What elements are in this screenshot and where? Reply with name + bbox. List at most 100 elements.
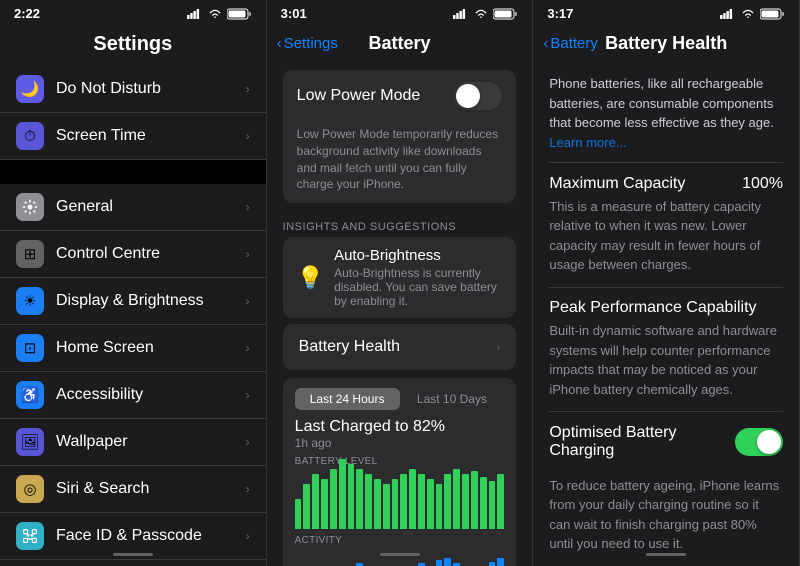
battery-title: Battery: [368, 33, 430, 54]
battery-status-icon-2: [493, 8, 518, 20]
charge-time: 1h ago: [295, 436, 505, 450]
battery-bar: [339, 459, 346, 529]
battery-bar: [409, 469, 416, 529]
max-capacity-title: Maximum Capacity: [549, 175, 685, 193]
back-label-3: Battery: [550, 35, 598, 52]
insight-row: 💡 Auto-Brightness Auto-Brightness is cur…: [283, 237, 517, 318]
peak-performance-title: Peak Performance Capability: [549, 299, 756, 317]
face-id-icon: [16, 522, 44, 550]
signal-icon: [187, 9, 203, 19]
activity-bar: [436, 560, 443, 566]
battery-bar: [427, 479, 434, 529]
peak-performance-header: Peak Performance Capability: [549, 299, 783, 317]
insight-title: Auto-Brightness: [334, 247, 502, 264]
display-icon: ☀: [16, 287, 44, 315]
wifi-icon: [207, 8, 223, 20]
battery-bar: [462, 474, 469, 529]
battery-bar: [303, 484, 310, 529]
settings-item-emergency[interactable]: SOS Emergency SOS ›: [0, 560, 266, 566]
screen-time-label: Screen Time: [56, 127, 246, 145]
settings-item-do-not-disturb[interactable]: 🌙 Do Not Disturb ›: [0, 66, 266, 113]
settings-item-accessibility[interactable]: ♿ Accessibility ›: [0, 372, 266, 419]
auto-brightness-icon: 💡: [297, 265, 324, 291]
chevron-icon: ›: [246, 482, 250, 496]
status-bar-3: 3:17: [533, 0, 799, 25]
screen-time-icon: ⏱: [16, 122, 44, 150]
battery-bar: [295, 499, 302, 529]
battery-bar: [444, 474, 451, 529]
learn-more-link[interactable]: Learn more...: [549, 135, 626, 150]
battery-panel: 3:01 ‹ Settings Battery: [267, 0, 534, 566]
back-button-2[interactable]: ‹ Settings: [277, 35, 338, 52]
chevron-icon: ›: [246, 341, 250, 355]
optimised-label: Optimised Battery Charging: [549, 424, 735, 460]
chart-tabs: Last 24 Hours Last 10 Days: [295, 388, 505, 410]
settings-item-control-centre[interactable]: ⊞ Control Centre ›: [0, 231, 266, 278]
low-power-section: Low Power Mode Low Power Mode temporaril…: [283, 70, 517, 203]
settings-list: 🌙 Do Not Disturb › ⏱ Screen Time › Gener…: [0, 66, 266, 566]
chevron-icon: ›: [246, 435, 250, 449]
battery-bar: [374, 479, 381, 529]
battery-health-title: Battery Health: [605, 33, 727, 54]
back-label-2: Settings: [284, 35, 338, 52]
battery-bar: [489, 481, 496, 529]
battery-status-icon-3: [760, 8, 785, 20]
low-power-desc: Low Power Mode temporarily reduces backg…: [283, 122, 517, 203]
battery-health-row[interactable]: Battery Health ›: [283, 324, 517, 370]
separator: [0, 160, 266, 184]
activity-bar: [497, 558, 504, 566]
status-bar-2: 3:01: [267, 0, 533, 25]
chart-tab-10d[interactable]: Last 10 Days: [400, 388, 505, 410]
optimised-toggle[interactable]: [735, 428, 783, 456]
battery-bar: [471, 471, 478, 529]
low-power-row[interactable]: Low Power Mode: [283, 70, 517, 122]
wifi-icon-3: [740, 8, 756, 20]
battery-bar: [497, 474, 504, 529]
peak-performance-desc: Built-in dynamic software and hardware s…: [549, 321, 783, 399]
battery-bar: [348, 464, 355, 529]
accessibility-label: Accessibility: [56, 386, 246, 404]
max-capacity-row: Maximum Capacity 100% This is a measure …: [533, 163, 799, 287]
battery-bar: [312, 474, 319, 529]
wallpaper-icon: 🖼: [16, 428, 44, 456]
battery-health-panel: 3:17 ‹ Battery Battery He: [533, 0, 800, 566]
settings-item-screen-time[interactable]: ⏱ Screen Time ›: [0, 113, 266, 160]
insights-title: INSIGHTS AND SUGGESTIONS: [267, 209, 533, 237]
optimised-toggle-knob: [757, 430, 781, 454]
max-capacity-desc: This is a measure of battery capacity re…: [549, 197, 783, 275]
settings-item-home-screen[interactable]: ⊡ Home Screen ›: [0, 325, 266, 372]
battery-status-icon: [227, 8, 252, 20]
battery-health-label: Battery Health: [299, 338, 400, 356]
settings-item-siri[interactable]: ◎ Siri & Search ›: [0, 466, 266, 513]
low-power-toggle[interactable]: [454, 82, 502, 110]
peak-performance-row: Peak Performance Capability Built-in dyn…: [533, 287, 799, 411]
battery-bar: [436, 484, 443, 529]
insight-content: Auto-Brightness Auto-Brightness is curre…: [334, 247, 502, 308]
back-button-3[interactable]: ‹ Battery: [543, 35, 598, 52]
status-bar-1: 2:22: [0, 0, 266, 25]
status-icons-2: [453, 8, 518, 20]
settings-panel: 2:22 Settings 🌙 Do Not: [0, 0, 267, 566]
chart-tab-24h[interactable]: Last 24 Hours: [295, 388, 400, 410]
chevron-icon: ›: [246, 82, 250, 96]
time-3: 3:17: [547, 6, 573, 21]
settings-item-wallpaper[interactable]: 🖼 Wallpaper ›: [0, 419, 266, 466]
battery-header: ‹ Settings Battery: [267, 25, 533, 64]
display-label: Display & Brightness: [56, 292, 246, 310]
battery-bar: [418, 474, 425, 529]
siri-icon: ◎: [16, 475, 44, 503]
battery-bar: [400, 474, 407, 529]
general-icon: [16, 193, 44, 221]
settings-item-display[interactable]: ☀ Display & Brightness ›: [0, 278, 266, 325]
chart-area: Last 24 Hours Last 10 Days Last Charged …: [283, 378, 517, 566]
battery-bar: [356, 469, 363, 529]
scroll-indicator-2: [380, 553, 420, 556]
settings-item-general[interactable]: General ›: [0, 184, 266, 231]
max-capacity-header: Maximum Capacity 100%: [549, 175, 783, 193]
scroll-indicator-3: [646, 553, 686, 556]
home-screen-icon: ⊡: [16, 334, 44, 362]
battery-bar: [383, 484, 390, 529]
intro-text: Phone batteries, like all rechargeable b…: [533, 64, 799, 162]
signal-icon-2: [453, 9, 469, 19]
accessibility-icon: ♿: [16, 381, 44, 409]
